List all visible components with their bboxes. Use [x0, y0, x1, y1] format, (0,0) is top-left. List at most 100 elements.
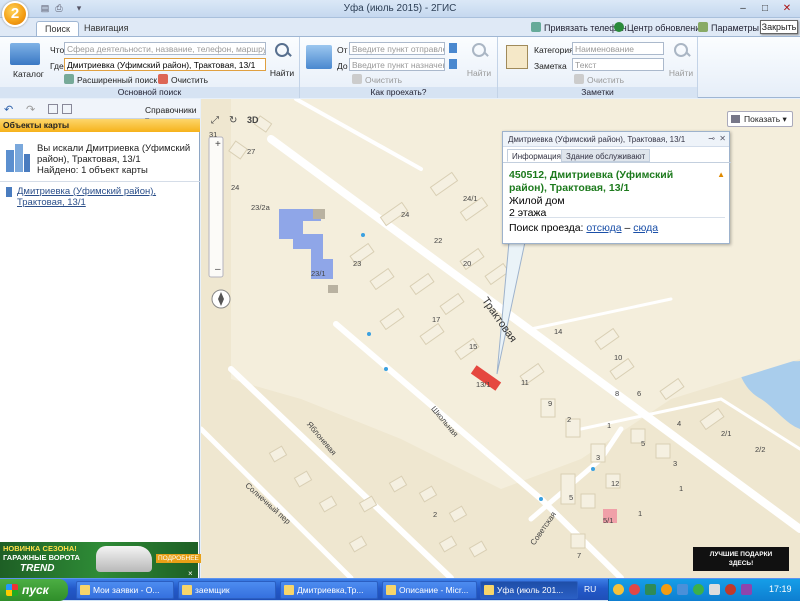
route-dash: – — [624, 222, 631, 234]
house-number: 23/2а — [251, 203, 270, 212]
route-find-button[interactable]: Найти — [464, 42, 494, 78]
language-indicator[interactable]: RU — [584, 584, 596, 594]
app-logo-icon[interactable]: 2 — [2, 1, 28, 27]
back-arrow-icon[interactable]: ↶ — [4, 103, 13, 116]
start-button[interactable]: пуск — [0, 579, 68, 601]
ribbon-tabs: Поиск Навигация Привязать телефон Центр … — [0, 18, 800, 36]
popup-tab-service[interactable]: Здание обслуживают — [561, 149, 651, 162]
ribbon: Каталог Что Сфера деятельности, название… — [0, 36, 800, 98]
refresh-icon — [614, 22, 624, 32]
tab-search[interactable]: Поиск — [36, 21, 79, 36]
note-input[interactable]: Текст — [572, 58, 664, 71]
to-input[interactable]: Введите пункт назначения — [349, 58, 445, 71]
clear-notes-button[interactable]: Очистить — [574, 74, 624, 85]
update-center-link[interactable]: Центр обновлений — [614, 22, 705, 33]
attach-phone-link[interactable]: Привязать телефон — [531, 22, 627, 33]
close-popup-icon[interactable]: ✕ — [719, 134, 726, 143]
from-pin-icon[interactable] — [449, 43, 457, 53]
tray-icon[interactable] — [693, 584, 704, 595]
map-ad-line1: ЛУЧШИЕ ПОДАРКИ — [709, 551, 773, 558]
warning-icon[interactable]: ▲ — [717, 170, 725, 179]
popup-body: 450512, Дмитриевка (Уфимский район), Тра… — [509, 169, 709, 219]
clear-route-button[interactable]: Очистить — [352, 74, 402, 85]
task-item[interactable]: заемщик — [178, 581, 276, 599]
task-item[interactable]: Описание - Micr... — [382, 581, 477, 599]
print-icon[interactable] — [62, 104, 72, 114]
house-number: 23 — [353, 259, 362, 268]
rotate-icon[interactable]: ↻ — [229, 115, 237, 126]
pin-icon[interactable]: ⊸ — [708, 134, 715, 143]
tray-icon[interactable] — [629, 584, 640, 595]
notes-group: Категория Наименование Заметка Текст Очи… — [498, 37, 698, 98]
house-number: 2 — [567, 415, 572, 424]
route-from-link[interactable]: отсюда — [586, 222, 621, 234]
save-icon[interactable] — [48, 104, 58, 114]
ad-brand: TREND — [20, 563, 55, 574]
tray-icon[interactable] — [741, 584, 752, 595]
to-pin-icon[interactable] — [449, 59, 457, 69]
ad-banner[interactable]: НОВИНКА СЕЗОНА! ГАРАЖНЫЕ ВОРОТА TREND ПО… — [0, 542, 201, 578]
popup-divider — [509, 217, 725, 218]
tab-navigation[interactable]: Навигация — [76, 21, 136, 36]
notes-find-button[interactable]: Найти — [666, 42, 696, 78]
result-line1: Дмитриевка (Уфимский район), — [17, 186, 157, 197]
what-input[interactable]: Сфера деятельности, название, телефон, м… — [64, 42, 266, 55]
zoom-out-button[interactable]: – — [215, 264, 221, 275]
house-number: 23/1 — [311, 269, 326, 278]
result-line2: Трактовая, 13/1 — [17, 197, 86, 208]
eraser-icon — [158, 74, 168, 84]
find-button[interactable]: Найти — [267, 42, 297, 78]
house-number: 14 — [554, 327, 563, 336]
maximize-button[interactable]: □ — [754, 2, 776, 16]
catalog-button[interactable]: Каталог — [13, 69, 44, 79]
route-caption: Как проехать? — [300, 87, 497, 98]
result-link[interactable]: Дмитриевка (Уфимский район), Трактовая, … — [17, 186, 156, 208]
house-number: 24/1 — [463, 194, 478, 203]
popup-tab-info[interactable]: Информация — [507, 149, 566, 162]
house-number: 4 — [677, 419, 682, 428]
quick-access-menu-icon[interactable]: ▾ — [74, 3, 84, 13]
task-item-active[interactable]: Уфа (июль 201... — [480, 581, 578, 599]
zoom-in-button[interactable]: + — [215, 139, 221, 150]
task-item[interactable]: Мои заявки - О... — [76, 581, 174, 599]
minimize-button[interactable]: – — [732, 2, 754, 16]
tray-icon[interactable] — [661, 584, 672, 595]
route-to-link[interactable]: сюда — [633, 222, 658, 234]
clear-search-button[interactable]: Очистить — [158, 74, 208, 85]
ad-close-icon[interactable]: × — [188, 569, 193, 578]
tray-icon[interactable] — [725, 584, 736, 595]
taskbar: пуск Мои заявки - О... заемщик Дмитриевк… — [0, 578, 800, 601]
what-label: Что — [50, 45, 65, 55]
close-window-button[interactable]: ✕ — [776, 2, 798, 16]
house-number: 3 — [596, 453, 601, 462]
task-item[interactable]: Дмитриевка,Тр... — [280, 581, 378, 599]
house-number: 5 — [641, 439, 646, 448]
from-input[interactable]: Введите пункт отправления — [349, 42, 445, 55]
advanced-search-button[interactable]: Расширенный поиск — [64, 74, 157, 85]
clock[interactable]: 17:19 — [769, 584, 792, 594]
clear-search-label: Очистить — [171, 75, 209, 85]
car-image — [96, 546, 152, 572]
show-layers-button[interactable]: Показать ▾ — [727, 111, 793, 127]
print-icon[interactable]: ⎙ — [54, 3, 64, 13]
view-3d-button[interactable]: 3D — [247, 115, 259, 125]
network-icon[interactable] — [677, 584, 688, 595]
ad-line1: НОВИНКА СЕЗОНА! — [3, 544, 77, 553]
house-number: 5 — [569, 493, 574, 502]
forward-arrow-icon[interactable]: ↷ — [26, 103, 35, 116]
volume-icon[interactable] — [709, 584, 720, 595]
eraser-icon — [352, 74, 362, 84]
house-number: 2/1 — [721, 429, 732, 438]
open-folder-icon[interactable]: ▤ — [40, 3, 50, 13]
catalog-icon[interactable] — [10, 43, 40, 65]
where-input[interactable]: Дмитриевка (Уфимский район), Трактовая, … — [64, 58, 266, 71]
parameters-link[interactable]: Параметры — [698, 22, 759, 33]
house-number: 2/2 — [755, 445, 766, 454]
shield-icon[interactable] — [645, 584, 656, 595]
ad-more-button[interactable]: ПОДРОБНЕЕ — [156, 554, 201, 563]
ruler-icon[interactable]: ⤢ — [211, 115, 219, 126]
map-ad-banner[interactable]: ЛУЧШИЕ ПОДАРКИ ЗДЕСЬ! — [693, 547, 789, 571]
category-select[interactable]: Наименование — [572, 42, 664, 55]
search-summary: Вы искали Дмитриевка (Уфимский район), Т… — [37, 143, 190, 176]
tray-icon[interactable] — [613, 584, 624, 595]
